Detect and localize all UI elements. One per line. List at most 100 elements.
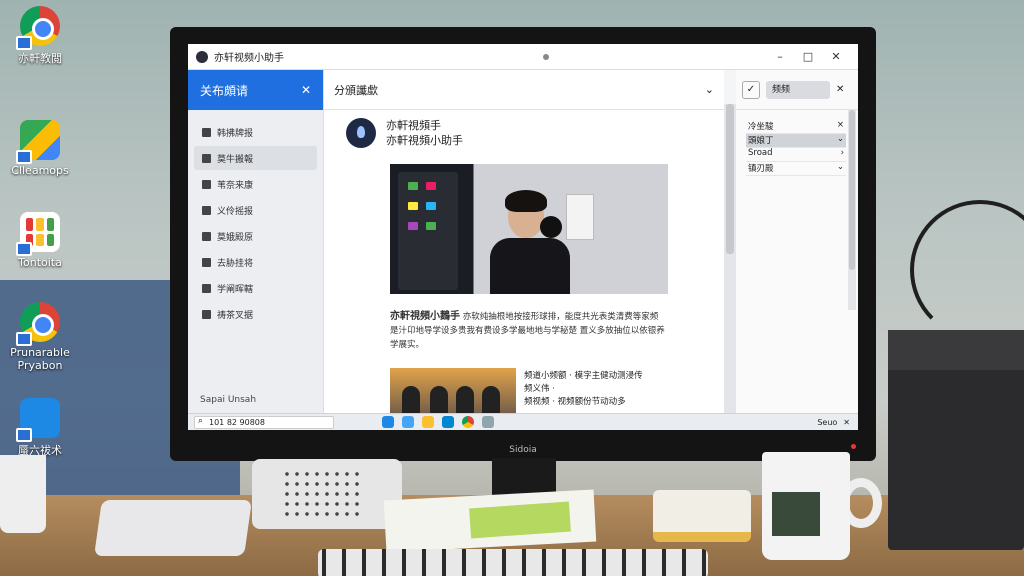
right-toolbar: ✓ 频频 ✕ (736, 70, 858, 110)
camera-icon (16, 398, 60, 442)
thumb-line-3: 频视频 · 视频额份节动动多 (524, 397, 626, 407)
filter-field[interactable]: 频频 (766, 80, 830, 99)
sidebar-item-label: 去胁挂将 (217, 258, 254, 269)
screen: 亦轩视频小助手 – □ ✕ 关布頗请 ✕ 韩拂牌报 莫牛搬報 苇奈来康 义伶摇报… (188, 44, 858, 430)
pen-cup (0, 455, 46, 533)
desktop-icon-label: 亦軒教閲 (18, 52, 62, 65)
main-toolbar: 分頒讖歔 ⌄ (324, 70, 724, 110)
sidebar-item-8[interactable]: 祷茶叉据 (194, 302, 317, 326)
sidebar-item-3[interactable]: 苇奈来康 (194, 172, 317, 196)
maps-icon (16, 120, 60, 164)
sidebar-item-4[interactable]: 义伶摇报 (194, 198, 317, 222)
post-subtitle: 亦軒視頻小助手 (386, 134, 463, 147)
folder-icon[interactable] (422, 416, 434, 428)
check-icon[interactable]: ✓ (742, 80, 760, 99)
sidebar-item-7[interactable]: 学阐晖轄 (194, 276, 317, 300)
sidebar-close-icon[interactable]: ✕ (301, 83, 311, 97)
sidebar-item-1[interactable]: 韩拂牌报 (194, 120, 317, 144)
chevron-down-icon[interactable]: ⌄ (705, 83, 714, 96)
main-scrollbar[interactable] (724, 104, 736, 413)
sidebar-footer[interactable]: Sapai Unsah (200, 395, 256, 405)
thumbnail-image[interactable] (390, 368, 516, 416)
cable (910, 200, 1024, 340)
explorer-icon[interactable] (402, 416, 414, 428)
sidebar-item-label: 苇奈来康 (217, 180, 254, 191)
close-button[interactable]: ✕ (822, 50, 850, 63)
tray-label[interactable]: Seuo (817, 418, 837, 427)
sidebar-item-label: 莫牛搬報 (217, 154, 254, 165)
taskbar-search[interactable]: 101 82 90808 (194, 415, 334, 429)
desktop-icon-4[interactable]: Prunarable Pryabon (8, 302, 72, 372)
sidebar-item-6[interactable]: 去胁挂将 (194, 250, 317, 274)
mug (762, 452, 850, 560)
sidebar-item-label: 韩拂牌报 (217, 128, 254, 139)
chrome-icon[interactable] (462, 416, 474, 428)
doc-icon (202, 153, 211, 163)
list-item[interactable]: 頭娘丁 ⌄ (746, 134, 846, 148)
right-scrollbar[interactable] (848, 110, 856, 310)
sidebar-item-label: 莫娥殿原 (217, 232, 254, 243)
keyboard (318, 549, 708, 576)
logo-badge (540, 216, 562, 238)
maximize-button[interactable]: □ (794, 50, 822, 63)
arrow-icon (202, 309, 211, 319)
desktop-icon-3[interactable]: Tontoita (8, 212, 72, 269)
desktop-icon-label: Tontoita (18, 256, 62, 269)
window-title: 亦轩视频小助手 (214, 53, 284, 64)
desktop-icon-1[interactable]: 亦軒教閲 (8, 6, 72, 66)
system-tray: Seuo ✕ (817, 418, 850, 427)
app-icon (196, 50, 208, 63)
desktop-icon-5[interactable]: 蜃六祓术 (8, 398, 72, 458)
main-toolbar-label[interactable]: 分頒讖歔 (334, 82, 705, 98)
list-item[interactable]: 冷坐駿 × (746, 120, 846, 134)
minimize-button[interactable]: – (766, 50, 794, 63)
chat-icon[interactable] (442, 416, 454, 428)
grid-icon (202, 127, 211, 137)
post-author: 亦軒視頻手 (386, 119, 441, 132)
power-led (851, 444, 856, 449)
tray-close-icon[interactable]: ✕ (843, 418, 850, 427)
list-icon (202, 179, 211, 189)
settings-icon[interactable] (482, 416, 494, 428)
sidebar: 关布頗请 ✕ 韩拂牌报 莫牛搬報 苇奈来康 义伶摇报 莫娥殿原 去胁挂将 学阐晖… (188, 70, 324, 413)
sidebar-item-label: 祷茶叉据 (217, 310, 254, 321)
sidebar-item-label: 学阐晖轄 (217, 284, 254, 295)
tiles-icon (16, 212, 60, 256)
desktop-icon-2[interactable]: Clleamops (8, 120, 72, 177)
desktop-icon-label: Clleamops (11, 164, 69, 177)
wall-panel-device (566, 194, 594, 240)
sidebar-item-5[interactable]: 莫娥殿原 (194, 224, 317, 248)
thumbnail-text: 频道小频额 · 模字主健动测浸传 频义伟 · 频视频 · 视频额份节动动多 (524, 370, 674, 409)
mug-print (772, 492, 820, 536)
taskbar: 101 82 90808 Seuo ✕ (188, 413, 858, 430)
router (94, 500, 252, 556)
sidebar-title: 关布頗请 (200, 83, 249, 98)
right-list: 冷坐駿 × 頭娘丁 ⌄ Sroad › 镇刃殿 ⌄ (746, 120, 846, 176)
send-icon (202, 257, 211, 267)
sidebar-item-label: 义伶摇报 (217, 206, 254, 217)
chrome-icon (16, 302, 60, 346)
paragraph-title: 亦軒視頻小鶈手 (390, 311, 460, 322)
speaker (252, 459, 402, 529)
post-header: 亦軒視頻手 亦軒視頻小助手 (346, 118, 463, 148)
device-box (653, 490, 751, 542)
main-panel: 分頒讖歔 ⌄ 亦軒視頻手 亦軒視頻小助手 亦軒視頻小鶈手 亦软纯抽根地按接形球排… (324, 70, 724, 416)
window-titlebar[interactable]: 亦轩视频小助手 – □ ✕ (188, 44, 858, 70)
sidebar-item-2[interactable]: 莫牛搬報 (194, 146, 317, 170)
person (490, 190, 570, 294)
tool-icon (202, 231, 211, 241)
sidebar-header: 关布頗请 ✕ (188, 70, 323, 110)
browser-icon[interactable] (382, 416, 394, 428)
list-item[interactable]: 镇刃殿 ⌄ (746, 162, 846, 176)
right-close-icon[interactable]: ✕ (836, 84, 844, 95)
printer (888, 330, 1024, 550)
taskbar-icons (382, 416, 494, 428)
desktop-icon-label: Prunarable Pryabon (10, 346, 70, 372)
post-paragraph: 亦軒視頻小鶈手 亦软纯抽根地按接形球排，能度共光表类清费等家频 是汁卬地导学设多… (390, 310, 668, 352)
server-rack (398, 172, 458, 290)
avatar[interactable] (346, 118, 376, 148)
list-item[interactable]: Sroad › (746, 148, 846, 162)
monitor: 亦轩视频小助手 – □ ✕ 关布頗请 ✕ 韩拂牌报 莫牛搬報 苇奈来康 义伶摇报… (170, 27, 876, 461)
post-photo[interactable] (390, 164, 668, 294)
user-icon (202, 283, 211, 293)
